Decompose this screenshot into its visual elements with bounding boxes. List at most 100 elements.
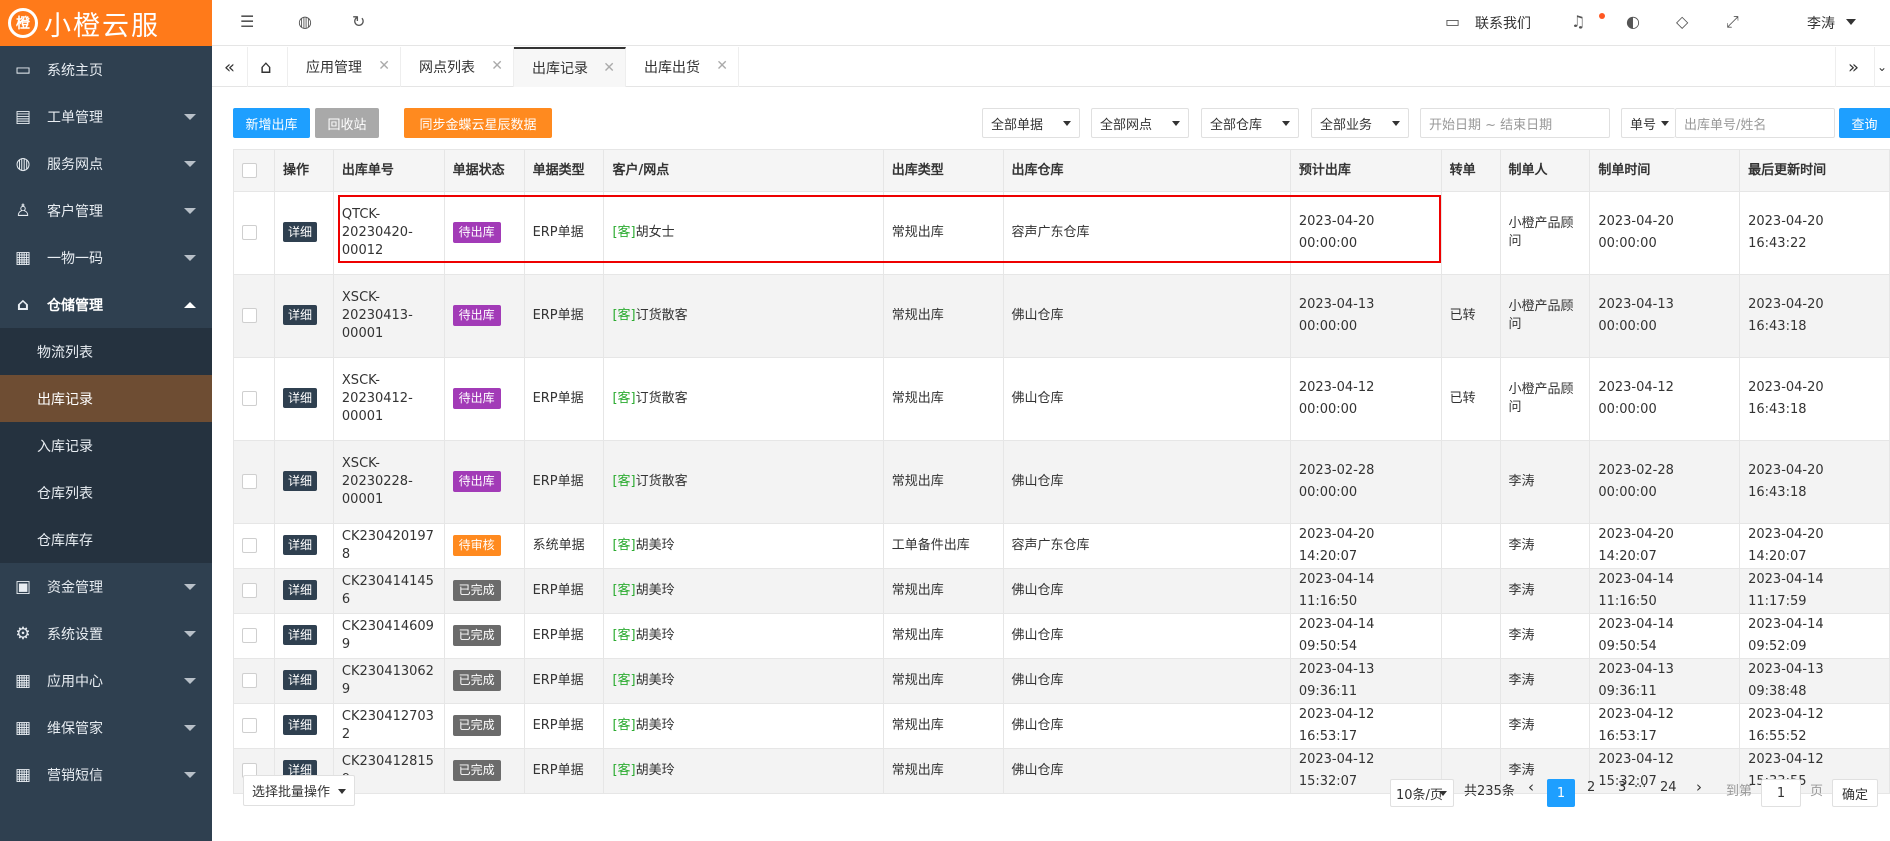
row-select-cell[interactable] xyxy=(233,658,275,704)
detail-button[interactable]: 详细 xyxy=(282,715,317,735)
prev-page-icon[interactable]: ‹ xyxy=(1528,778,1534,796)
sidebar-item-one-item-one-code[interactable]: ▦ 一物一码 xyxy=(0,234,212,281)
goto-confirm-button[interactable]: 确定 xyxy=(1832,779,1878,807)
close-icon[interactable]: ✕ xyxy=(603,60,615,76)
sidebar-subitem-inbound-records[interactable]: 入库记录 xyxy=(0,422,212,469)
detail-button[interactable]: 详细 xyxy=(282,222,317,242)
sidebar-item-customers[interactable]: ♙ 客户管理 xyxy=(0,187,212,234)
sidebar-subitem-logistics[interactable]: 物流列表 xyxy=(0,328,212,375)
sidebar-item-maintenance[interactable]: ▦ 维保管家 xyxy=(0,704,212,751)
search-button[interactable]: 查询 xyxy=(1839,108,1890,138)
next-page-icon[interactable]: › xyxy=(1696,778,1702,796)
row-select-cell[interactable] xyxy=(233,568,275,614)
doc-filter-select[interactable]: 全部单据 xyxy=(982,108,1080,138)
tab-outbound-records[interactable]: 出库记录 ✕ xyxy=(514,47,626,87)
row-select-cell[interactable] xyxy=(233,440,275,524)
page-24-button[interactable]: 24 xyxy=(1660,780,1677,795)
per-page-select[interactable]: 10条/页 xyxy=(1390,779,1454,807)
close-icon[interactable]: ✕ xyxy=(491,58,503,74)
page-1-button[interactable]: 1 xyxy=(1547,779,1575,807)
tabs-scroll-left-icon[interactable]: « xyxy=(212,47,248,87)
warehouse-filter-select[interactable]: 全部仓库 xyxy=(1201,108,1299,138)
fullscreen-icon[interactable]: ⤢ xyxy=(1726,12,1739,32)
tab-site-list[interactable]: 网点列表 ✕ xyxy=(401,47,514,87)
date-range-input[interactable]: 开始日期 ~ 结束日期 xyxy=(1420,108,1610,138)
row-checkbox[interactable] xyxy=(242,308,257,323)
detail-button[interactable]: 详细 xyxy=(282,670,317,690)
sidebar-item-sms-marketing[interactable]: ▦ 营销短信 xyxy=(0,751,212,798)
sidebar-subitem-warehouse-stock[interactable]: 仓库库存 xyxy=(0,516,212,563)
row-checkbox[interactable] xyxy=(242,583,257,598)
row-select-cell[interactable] xyxy=(233,523,275,569)
page-2-button[interactable]: 2 xyxy=(1587,780,1595,795)
row-checkbox[interactable] xyxy=(242,225,257,240)
status-badge: 待出库 xyxy=(452,222,501,243)
detail-button[interactable]: 详细 xyxy=(282,471,317,491)
row-checkbox[interactable] xyxy=(242,718,257,733)
detail-button[interactable]: 详细 xyxy=(282,305,317,325)
chat-icon[interactable]: ▭ xyxy=(1445,12,1460,31)
sidebar-subitem-warehouse-list[interactable]: 仓库列表 xyxy=(0,469,212,516)
select-all-cell[interactable] xyxy=(233,149,275,192)
sidebar-item-funds[interactable]: ▣ 资金管理 xyxy=(0,563,212,610)
detail-button[interactable]: 详细 xyxy=(282,625,317,645)
new-outbound-button[interactable]: 新增出库 xyxy=(233,108,310,138)
user-dropdown-icon[interactable] xyxy=(1846,19,1856,25)
select-value: 全部仓库 xyxy=(1210,117,1263,133)
sidebar-subitem-outbound-records[interactable]: 出库记录 xyxy=(0,375,212,422)
search-input[interactable]: 出库单号/姓名 xyxy=(1675,108,1835,138)
business-filter-select[interactable]: 全部业务 xyxy=(1311,108,1409,138)
row-checkbox[interactable] xyxy=(242,538,257,553)
globe-icon[interactable]: ◍ xyxy=(298,12,312,31)
status-cell: 已完成 xyxy=(443,748,525,794)
site-filter-select[interactable]: 全部网点 xyxy=(1091,108,1189,138)
sidebar-item-workorders[interactable]: ▤ 工单管理 xyxy=(0,93,212,140)
sidebar-item-home[interactable]: ▭ 系统主页 xyxy=(0,46,212,93)
row-checkbox[interactable] xyxy=(242,628,257,643)
tag-icon[interactable]: ◇ xyxy=(1676,12,1688,31)
row-checkbox[interactable] xyxy=(242,673,257,688)
contact-us-link[interactable]: 联系我们 xyxy=(1475,13,1531,33)
row-select-cell[interactable] xyxy=(233,191,275,275)
palette-icon[interactable]: ◐ xyxy=(1626,12,1640,31)
goto-page-input[interactable]: 1 xyxy=(1761,779,1801,807)
page-3-button[interactable]: 3 xyxy=(1618,780,1626,795)
detail-button[interactable]: 详细 xyxy=(282,535,317,555)
tabs-scroll-right-icon[interactable]: » xyxy=(1835,47,1875,87)
sync-kingdee-button[interactable]: 同步金蝶云星辰数据 xyxy=(404,108,552,138)
tab-app-management[interactable]: 应用管理 ✕ xyxy=(288,47,401,87)
recycle-bin-button[interactable]: 回收站 xyxy=(315,108,379,138)
close-icon[interactable]: ✕ xyxy=(716,58,728,74)
status-badge: 已完成 xyxy=(452,625,501,646)
close-icon[interactable]: ✕ xyxy=(378,58,390,74)
sidebar-item-app-center[interactable]: ▦ 应用中心 xyxy=(0,657,212,704)
row-checkbox[interactable] xyxy=(242,474,257,489)
select-all-checkbox[interactable] xyxy=(242,162,257,178)
sidebar-item-settings[interactable]: ⚙ 系统设置 xyxy=(0,610,212,657)
status-badge: 已完成 xyxy=(452,670,501,691)
row-checkbox[interactable] xyxy=(242,391,257,406)
sidebar-item-service-sites[interactable]: ◍ 服务网点 xyxy=(0,140,212,187)
detail-button[interactable]: 详细 xyxy=(282,388,317,408)
menu-toggle-icon[interactable]: ☰ xyxy=(240,12,254,31)
tab-outbound-shipping[interactable]: 出库出货 ✕ xyxy=(626,47,739,87)
bell-icon[interactable]: ♫ xyxy=(1571,12,1585,31)
row-select-cell[interactable] xyxy=(233,613,275,659)
user-menu[interactable]: 李涛 xyxy=(1807,13,1835,33)
monitor-icon: ▭ xyxy=(14,59,32,80)
detail-button[interactable]: 详细 xyxy=(282,580,317,600)
tabs-more-icon[interactable]: ⌄ xyxy=(1875,47,1890,87)
batch-action-select[interactable]: 选择批量操作 xyxy=(243,775,355,806)
expected-time-cell: 2023-04-20 00:00:00 xyxy=(1289,191,1442,275)
row-select-cell[interactable] xyxy=(233,703,275,749)
refresh-icon[interactable]: ↻ xyxy=(352,12,365,31)
tab-label: 网点列表 xyxy=(419,60,475,76)
chevron-down-icon xyxy=(1063,121,1071,126)
home-icon[interactable]: ⌂ xyxy=(248,47,288,87)
search-type-select[interactable]: 单号 xyxy=(1621,108,1675,138)
sidebar-item-warehouse[interactable]: ⌂ 仓储管理 xyxy=(0,281,212,328)
row-select-cell[interactable] xyxy=(233,357,275,441)
row-select-cell[interactable] xyxy=(233,274,275,358)
status-badge: 待出库 xyxy=(452,388,501,409)
app-logo[interactable]: 橙 小橙云服 xyxy=(0,0,212,46)
